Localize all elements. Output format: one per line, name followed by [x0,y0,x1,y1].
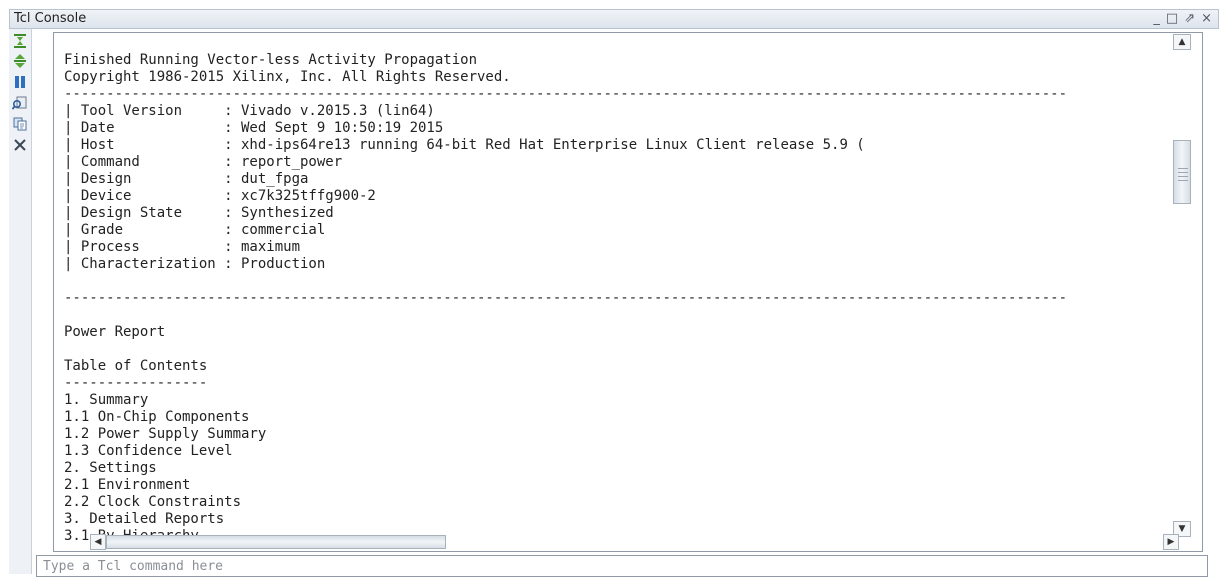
copy-icon[interactable] [12,116,28,132]
console-toolbar [9,29,32,574]
console-line: | Device : xc7k325tffg900-2 [64,188,376,204]
console-line: Power Report [64,324,166,340]
console-title-bar: Tcl Console _ □ ⇗ × [9,9,1219,29]
find-icon[interactable] [12,95,28,111]
console-line: | Process : maximum [64,239,301,255]
console-line: 2.1 Environment [64,477,191,493]
console-line: | Host : xhd-ips64re13 running 64-bit Re… [64,137,865,153]
scroll-right-icon[interactable]: ▶ [1163,534,1179,550]
console-line: 1. Summary [64,392,149,408]
console-line: ----------------------------------------… [64,86,1068,102]
console-line: 1.3 Confidence Level [64,443,233,459]
console-line: 1.1 On-Chip Components [64,409,250,425]
restore-icon[interactable]: ⇗ [1184,10,1195,28]
console-line: Copyright 1986-2015 Xilinx, Inc. All Rig… [64,69,511,85]
window-controls: _ □ ⇗ × [1153,10,1212,28]
expand-all-icon[interactable] [12,53,28,69]
console-text: Finished Running Vector-less Activity Pr… [54,33,1202,551]
vertical-scrollbar[interactable]: ▲ ▼ [1169,32,1203,537]
console-line: | Grade : commercial [64,222,326,238]
vertical-scroll-thumb[interactable] [1173,140,1191,204]
scroll-left-icon[interactable]: ◀ [90,534,106,550]
tcl-command-input[interactable] [37,556,1207,576]
console-output[interactable]: Finished Running Vector-less Activity Pr… [53,32,1203,552]
console-line: | Design : dut_fpga [64,171,309,187]
console-line: Table of Contents [64,358,208,374]
pause-icon[interactable] [12,74,28,90]
console-line: Finished Running Vector-less Activity Pr… [64,52,478,68]
console-line: | Tool Version : Vivado v.2015.3 (lin64) [64,103,435,119]
console-line: | Design State : Synthesized [64,205,334,221]
window-title: Tcl Console [14,11,87,26]
console-line: ----------------- [64,375,208,391]
console-line: ----------------------------------------… [64,290,1068,306]
console-line: | Date : Wed Sept 9 10:50:19 2015 [64,120,444,136]
console-line: | Command : report_power [64,154,343,170]
tcl-command-input-box[interactable] [36,555,1208,577]
scroll-up-icon[interactable]: ▲ [1173,34,1191,50]
horizontal-scrollbar[interactable]: ◀ ▶ [90,534,1179,550]
console-line: | Characterization : Production [64,256,326,272]
minimize-icon[interactable]: _ [1153,10,1160,28]
maximize-icon[interactable]: □ [1166,10,1178,28]
grip-icon [1177,165,1189,181]
clear-icon[interactable] [12,137,28,153]
collapse-all-icon[interactable] [12,33,28,49]
close-icon[interactable]: × [1201,10,1212,28]
console-line: 1.2 Power Supply Summary [64,426,267,442]
horizontal-scroll-thumb[interactable] [106,535,446,549]
console-line: 3. Detailed Reports [64,511,225,527]
console-line: 2. Settings [64,460,157,476]
console-line: 2.2 Clock Constraints [64,494,242,510]
